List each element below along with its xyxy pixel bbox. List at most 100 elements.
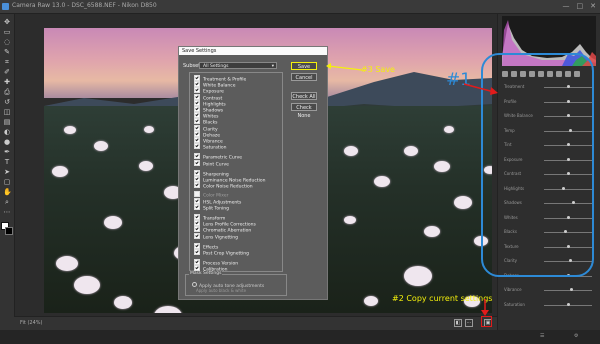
panel-slider-knob[interactable]: [566, 302, 570, 306]
flower: [64, 126, 76, 134]
save-button[interactable]: Save: [291, 62, 317, 70]
checked-checkbox-icon[interactable]: [194, 124, 200, 131]
checklist-item[interactable]: Split Toning: [194, 203, 229, 212]
close-button[interactable]: ✕: [590, 2, 596, 10]
zoom-tool-icon[interactable]: ⌕: [3, 198, 11, 206]
save-arrow: [326, 63, 363, 71]
eyedropper-tool-icon[interactable]: ✐: [3, 68, 11, 76]
checked-checkbox-icon[interactable]: [194, 112, 200, 119]
flower: [144, 126, 154, 133]
panel-slider-row[interactable]: Vibrance: [504, 287, 594, 293]
flower: [424, 226, 440, 237]
dodge-tool-icon[interactable]: ●: [3, 138, 11, 146]
check-none-button[interactable]: Check None: [291, 103, 317, 119]
mask-settings-label: Mask Settings: [189, 271, 223, 276]
eraser-tool-icon[interactable]: ◫: [3, 108, 11, 116]
subset-select[interactable]: All Settings ▾: [199, 62, 277, 69]
lasso-tool-icon[interactable]: ◌: [3, 38, 11, 46]
checklist-item[interactable]: Chromatic Aberration: [194, 226, 251, 234]
flower: [154, 306, 182, 313]
checked-checkbox-icon[interactable]: [194, 226, 200, 233]
heal-tool-icon[interactable]: ✚: [3, 78, 11, 86]
checked-checkbox-icon[interactable]: [194, 242, 200, 249]
settings-checklist: Treatment & Profile White Balance Exposure…: [189, 72, 283, 273]
bottom-menu-icon[interactable]: ☰: [540, 333, 544, 339]
checked-checkbox-icon[interactable]: [194, 203, 200, 210]
checked-checkbox-icon[interactable]: [194, 130, 200, 137]
checklist-item-label: Color Noise Reduction: [203, 184, 253, 190]
checklist-item[interactable]: Lens Profile Corrections: [194, 220, 256, 228]
move-tool-icon[interactable]: ✥: [3, 18, 11, 26]
checked-checkbox-icon[interactable]: [194, 220, 200, 227]
panel-slider-row[interactable]: Saturation: [504, 302, 594, 308]
checked-checkbox-icon[interactable]: [194, 118, 200, 125]
checked-checkbox-icon[interactable]: [194, 153, 200, 160]
history-brush-icon[interactable]: ↺: [3, 98, 11, 106]
checked-checkbox-icon[interactable]: [194, 99, 200, 106]
checked-checkbox-icon[interactable]: [194, 81, 200, 88]
checklist-item[interactable]: Process Version: [194, 259, 238, 267]
checklist-item-label: Split Toning: [203, 206, 229, 212]
checked-checkbox-icon[interactable]: [194, 249, 200, 255]
marquee-tool-icon[interactable]: ▭: [3, 28, 11, 36]
subset-value: All Settings: [203, 64, 229, 69]
checklist-item[interactable]: White Balance: [194, 81, 235, 89]
checked-checkbox-icon[interactable]: [194, 259, 200, 266]
status-bar: Fit (24%) ◧ ⋯ ▣: [14, 316, 497, 331]
checked-checkbox-icon[interactable]: [194, 93, 200, 100]
checked-checkbox-icon[interactable]: [194, 106, 200, 112]
checked-checkbox-icon[interactable]: [194, 75, 200, 81]
checklist-item[interactable]: Treatment & Profile: [194, 75, 246, 83]
bottom-settings-icon[interactable]: ⚙: [574, 333, 578, 339]
checklist-item[interactable]: HSL Adjustments: [194, 197, 241, 205]
radio-icon: [192, 282, 197, 287]
gradient-tool-icon[interactable]: ▤: [3, 118, 11, 126]
type-tool-icon[interactable]: T: [3, 158, 11, 166]
maximize-button[interactable]: □: [577, 2, 584, 10]
more-tools-icon[interactable]: ⋯: [3, 208, 11, 216]
checklist-item[interactable]: Lens Vignetting: [194, 232, 238, 240]
chevron-down-icon: ▾: [271, 64, 274, 69]
checklist-item-label: Point Curve: [203, 162, 229, 168]
checklist-item[interactable]: Saturation: [194, 143, 227, 151]
checked-checkbox-icon[interactable]: [194, 143, 200, 150]
crop-tool-icon[interactable]: ⌗: [3, 58, 11, 66]
copy-arrow: [481, 299, 489, 316]
auto-bw-option[interactable]: Apply auto black & white: [196, 288, 246, 293]
background-color-swatch[interactable]: [5, 227, 13, 235]
blur-tool-icon[interactable]: ◐: [3, 128, 11, 136]
compare-icon[interactable]: ◧: [454, 319, 462, 327]
check-all-button[interactable]: Check All: [291, 92, 317, 100]
checked-checkbox-icon[interactable]: [194, 176, 200, 182]
flower: [444, 126, 454, 133]
flower: [139, 161, 153, 171]
unchecked-checkbox-icon[interactable]: [194, 191, 200, 198]
shape-tool-icon[interactable]: ▢: [3, 178, 11, 186]
checked-checkbox-icon[interactable]: [194, 159, 200, 166]
checked-checkbox-icon[interactable]: [194, 197, 200, 204]
checklist-item-label: Saturation: [203, 145, 227, 151]
pen-tool-icon[interactable]: ✒: [3, 148, 11, 156]
path-select-icon[interactable]: ➤: [3, 168, 11, 176]
stamp-tool-icon[interactable]: ⎙: [3, 88, 11, 96]
flower: [434, 161, 450, 172]
checked-checkbox-icon[interactable]: [194, 169, 200, 176]
checked-checkbox-icon[interactable]: [194, 232, 200, 239]
cancel-button[interactable]: Cancel: [291, 73, 317, 81]
checklist-item[interactable]: Point Curve: [194, 159, 229, 168]
checklist-item[interactable]: Post Crop Vignetting: [194, 249, 249, 257]
flower: [404, 146, 418, 156]
checklist-item[interactable]: Color Noise Reduction: [194, 182, 253, 190]
zoom-level[interactable]: Fit (24%): [20, 320, 42, 326]
settings-menu-icon[interactable]: ⋯: [465, 319, 473, 327]
hand-tool-icon[interactable]: ✋: [3, 188, 12, 196]
checked-checkbox-icon[interactable]: [194, 87, 200, 94]
panel-slider-track[interactable]: [544, 290, 592, 291]
checked-checkbox-icon[interactable]: [194, 182, 200, 189]
checklist-item[interactable]: Parametric Curve: [194, 153, 242, 161]
checked-checkbox-icon[interactable]: [194, 137, 200, 143]
brush-tool-icon[interactable]: ✎: [3, 48, 11, 56]
minimize-button[interactable]: —: [563, 2, 570, 10]
checklist-item[interactable]: Luminance Noise Reduction: [194, 176, 265, 184]
checked-checkbox-icon[interactable]: [194, 214, 200, 220]
